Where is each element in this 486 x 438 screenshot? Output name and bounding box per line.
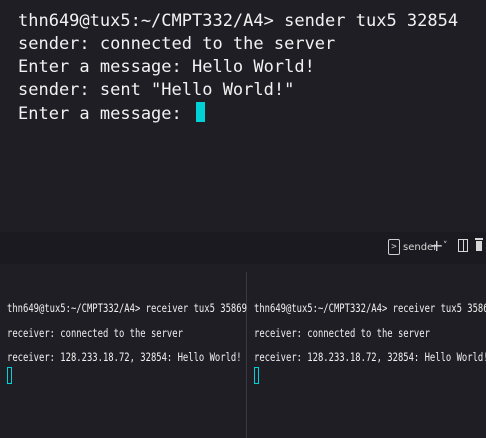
terminal-cursor [196,102,205,122]
terminal-cursor [7,367,12,384]
terminal-line: receiver: 128.233.18.72, 32854: Hello Wo… [7,350,242,364]
terminal-line: sender: sent "Hello World!" [18,80,295,100]
terminal-prompt-line[interactable]: Enter a message: [18,102,458,126]
terminal-cursor [254,367,259,384]
chevron-down-icon[interactable]: ˅ [443,236,448,256]
sender-terminal-pane[interactable]: thn649@tux5:~/CMPT332/A4> sender tux5 32… [0,0,486,232]
terminal-line: receiver: 128.233.18.72, 32854: Hello Wo… [254,350,486,364]
terminal-line: receiver: connected to the server [254,325,430,340]
terminal-line: Enter a message: Hello World! [18,57,315,77]
sender-terminal-output: thn649@tux5:~/CMPT332/A4> sender tux5 32… [18,10,458,126]
terminal-line: thn649@tux5:~/CMPT332/A4> sender tux5 32… [18,11,459,31]
receiver-terminal-output: thn649@tux5:~/CMPT332/A4> receiver tux5 … [254,296,486,370]
trash-icon[interactable] [475,238,483,252]
terminal-line: thn649@tux5:~/CMPT332/A4> receiver tux5 … [7,301,247,315]
terminal-line: thn649@tux5:~/CMPT332/A4> receiver tux5 … [254,301,486,315]
terminal-shell-icon: > [388,239,400,255]
terminal-line: sender: connected to the server [18,34,336,54]
split-terminal-icon[interactable] [458,239,468,252]
terminal-line: Enter a message: [18,104,192,124]
plus-icon[interactable]: + [430,236,443,256]
receiver-terminal-output: thn649@tux5:~/CMPT332/A4> receiver tux5 … [7,296,247,370]
receiver-terminal-pane-right[interactable]: thn649@tux5:~/CMPT332/A4> receiver tux5 … [247,272,486,438]
receiver-terminal-pane-left[interactable]: thn649@tux5:~/CMPT332/A4> receiver tux5 … [0,272,247,438]
terminal-line: receiver: connected to the server [7,325,183,340]
